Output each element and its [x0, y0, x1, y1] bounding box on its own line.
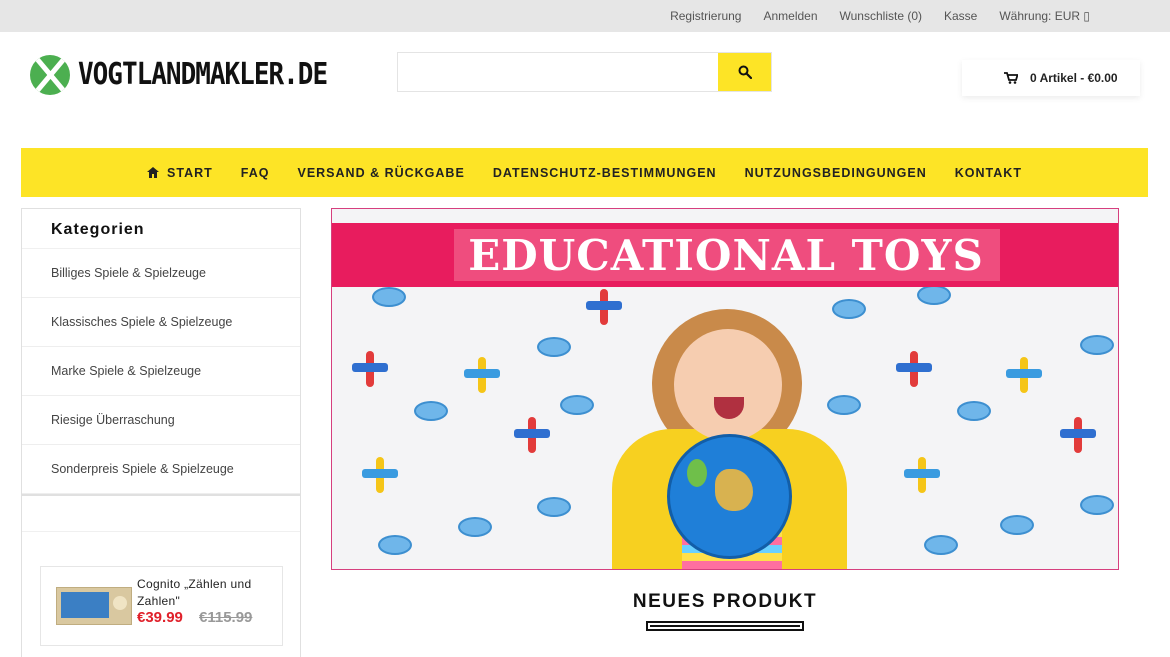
top-links: Registrierung Anmelden Wunschliste (0) K… [670, 0, 1090, 32]
category-sidebar: Kategorien Billiges Spiele & Spielzeuge … [21, 208, 301, 657]
toy-plane-decoration [1004, 355, 1044, 395]
nav-item-start[interactable]: START [147, 166, 213, 180]
checkout-link[interactable]: Kasse [944, 9, 977, 23]
top-bar: Registrierung Anmelden Wunschliste (0) K… [0, 0, 1170, 32]
sidebar-title: Kategorien [22, 209, 300, 249]
logo-icon [30, 55, 70, 95]
nav-item-label: DATENSCHUTZ-BESTIMMUNGEN [492, 165, 717, 180]
nav-item-label: VERSAND & RÜCKGABE [297, 165, 465, 180]
cloud-decoration [537, 337, 571, 357]
site-logo[interactable]: VOGTLANDMAKLER.DE [30, 55, 328, 95]
login-link[interactable]: Anmelden [763, 9, 817, 23]
search-bar [397, 52, 772, 92]
product-name[interactable]: Cognito „Zählen und Zahlen" [137, 576, 277, 610]
child-with-globe-image [612, 309, 847, 569]
cart-icon [1004, 72, 1018, 84]
banner-title: EDUCATIONAL TOYS [468, 231, 984, 280]
nav-item-shipping[interactable]: VERSAND & RÜCKGABE [297, 166, 464, 180]
nav-item-faq[interactable]: FAQ [241, 166, 270, 180]
search-input[interactable] [398, 53, 718, 91]
cloud-decoration [924, 535, 958, 555]
nav-item-terms[interactable]: NUTZUNGSBEDINGUNGEN [745, 166, 927, 180]
search-button[interactable] [718, 53, 771, 91]
wishlist-link[interactable]: Wunschliste (0) [840, 9, 922, 23]
sidebar-item-surprise[interactable]: Riesige Überraschung [22, 396, 300, 445]
sidebar-product-card[interactable]: Cognito „Zählen und Zahlen" €39.99 €115.… [40, 566, 283, 646]
nav-item-label: START [167, 165, 213, 180]
cloud-decoration [1080, 335, 1114, 355]
nav-item-label: FAQ [240, 165, 270, 180]
nav-item-label: KONTAKT [954, 165, 1022, 180]
hero-banner[interactable]: EDUCATIONAL TOYS [331, 208, 1119, 570]
cart-button[interactable]: 0 Artikel - €0.00 [962, 60, 1140, 96]
toy-plane-decoration [894, 349, 934, 389]
cloud-decoration [378, 535, 412, 555]
sidebar-item-brand[interactable]: Marke Spiele & Spielzeuge [22, 347, 300, 396]
nav-item-privacy[interactable]: DATENSCHUTZ-BESTIMMUNGEN [493, 166, 717, 180]
toy-plane-decoration [462, 355, 502, 395]
cloud-decoration [957, 401, 991, 421]
sidebar-item-special[interactable]: Sonderpreis Spiele & Spielzeuge [22, 445, 300, 494]
cloud-decoration [372, 287, 406, 307]
heading-underline [646, 621, 804, 631]
toy-plane-decoration [512, 415, 552, 455]
cloud-decoration [414, 401, 448, 421]
product-image[interactable] [56, 587, 132, 625]
product-old-price: €115.99 [199, 609, 253, 626]
toy-plane-decoration [902, 455, 942, 495]
cloud-decoration [560, 395, 594, 415]
currency-selector[interactable]: Währung: EUR ▯ [999, 9, 1090, 23]
nav-item-label: NUTZUNGSBEDINGUNGEN [744, 165, 927, 180]
cart-summary: 0 Artikel - €0.00 [1030, 71, 1118, 85]
register-link[interactable]: Registrierung [670, 9, 741, 23]
sidebar-item-cheap[interactable]: Billiges Spiele & Spielzeuge [22, 249, 300, 298]
home-icon [147, 167, 160, 178]
logo-text: VOGTLANDMAKLER.DE [78, 57, 328, 93]
cloud-decoration [1080, 495, 1114, 515]
toy-plane-decoration [1058, 415, 1098, 455]
toy-plane-decoration [350, 349, 390, 389]
product-price: €39.99 [137, 609, 183, 626]
sidebar-subheader [22, 496, 300, 532]
cloud-decoration [1000, 515, 1034, 535]
cloud-decoration [537, 497, 571, 517]
cloud-decoration [917, 285, 951, 305]
toy-plane-decoration [360, 455, 400, 495]
sidebar-item-classic[interactable]: Klassisches Spiele & Spielzeuge [22, 298, 300, 347]
main-nav: START FAQ VERSAND & RÜCKGABE DATENSCHUTZ… [21, 148, 1148, 197]
cloud-decoration [458, 517, 492, 537]
search-icon [738, 65, 752, 79]
new-products-heading: NEUES PRODUKT [632, 591, 818, 612]
nav-item-contact[interactable]: KONTAKT [955, 166, 1022, 180]
